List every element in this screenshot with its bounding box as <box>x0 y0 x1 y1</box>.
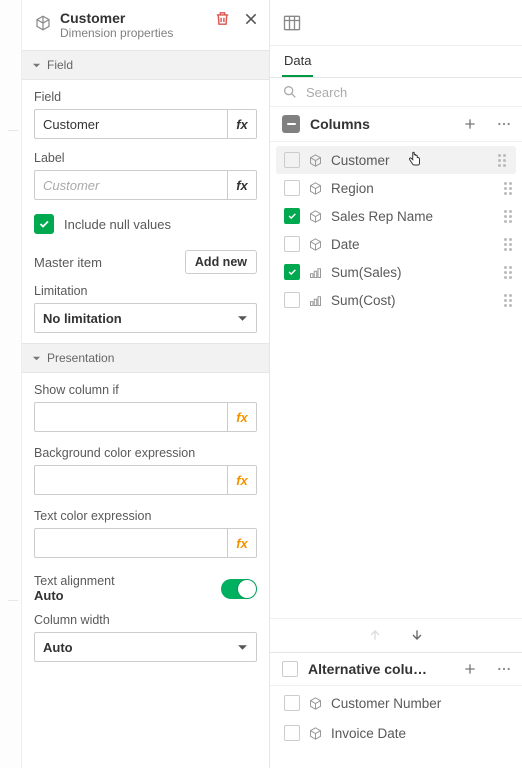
col-width-select[interactable]: Auto <box>34 632 257 662</box>
label-fx-button[interactable]: fx <box>227 171 256 199</box>
columns-title: Columns <box>310 116 452 132</box>
properties-panel: Customer Dimension properties Field Fiel… <box>22 0 270 768</box>
col-width-label: Column width <box>34 613 257 627</box>
show-column-if-input[interactable] <box>35 403 227 431</box>
columns-menu-button[interactable] <box>496 116 512 132</box>
column-label: Sales Rep Name <box>331 209 496 224</box>
limitation-label: Limitation <box>34 284 257 298</box>
label-label: Label <box>34 151 257 165</box>
bg-expr-input[interactable] <box>35 466 227 494</box>
data-panel: Data Columns Customer Region Sales Rep Nam… <box>270 0 522 768</box>
column-item[interactable]: Customer <box>276 146 516 174</box>
drag-handle-icon[interactable] <box>504 182 512 195</box>
measure-icon <box>308 293 323 308</box>
dimension-icon <box>308 237 323 252</box>
label-input-wrap: fx <box>34 170 257 200</box>
section-presentation-header[interactable]: Presentation <box>22 343 269 373</box>
column-label: Date <box>331 237 496 252</box>
table-icon <box>282 13 302 33</box>
alt-column-label: Invoice Date <box>331 726 514 741</box>
column-checkbox[interactable] <box>284 264 300 280</box>
drag-handle-icon[interactable] <box>504 266 512 279</box>
section-field-header[interactable]: Field <box>22 50 269 80</box>
panel-subtitle: Dimension properties <box>60 26 206 40</box>
alt-columns-title: Alternative colu… <box>308 661 452 677</box>
drag-handle-icon[interactable] <box>504 238 512 251</box>
column-item[interactable]: Region <box>270 174 522 202</box>
section-field-label: Field <box>47 58 73 72</box>
column-item[interactable]: Sales Rep Name <box>270 202 522 230</box>
column-label: Sum(Cost) <box>331 293 496 308</box>
column-checkbox[interactable] <box>284 292 300 308</box>
column-checkbox[interactable] <box>284 236 300 252</box>
bg-expr-fx[interactable]: fx <box>227 466 256 494</box>
column-label: Sum(Sales) <box>331 265 496 280</box>
alt-column-item[interactable]: Customer Number <box>270 688 522 718</box>
search-input[interactable] <box>306 85 510 100</box>
dimension-icon <box>34 14 52 35</box>
panel-title: Customer <box>60 10 206 26</box>
text-align-toggle[interactable] <box>221 579 257 599</box>
include-nulls-label: Include null values <box>64 217 171 232</box>
column-checkbox[interactable] <box>284 152 300 168</box>
alt-column-checkbox[interactable] <box>284 695 300 711</box>
text-expr-fx[interactable]: fx <box>227 529 256 557</box>
text-expr-input[interactable] <box>35 529 227 557</box>
measure-icon <box>308 265 323 280</box>
section-presentation-label: Presentation <box>47 351 114 365</box>
text-expr-label: Text color expression <box>34 509 257 523</box>
move-up-button[interactable] <box>367 627 383 646</box>
field-label: Field <box>34 90 257 104</box>
add-new-button[interactable]: Add new <box>185 250 257 274</box>
show-column-if-label: Show column if <box>34 383 257 397</box>
alt-column-checkbox[interactable] <box>284 725 300 741</box>
column-item[interactable]: Sum(Cost) <box>270 286 522 314</box>
include-nulls-checkbox[interactable] <box>34 214 54 234</box>
column-checkbox[interactable] <box>284 180 300 196</box>
drag-handle-icon[interactable] <box>498 154 506 167</box>
dimension-icon <box>308 209 323 224</box>
pointer-cursor-icon <box>406 149 424 172</box>
alt-column-item[interactable]: Invoice Date <box>270 718 522 748</box>
field-input[interactable] <box>35 110 227 138</box>
tab-data[interactable]: Data <box>282 46 313 77</box>
close-button[interactable] <box>243 11 259 27</box>
dimension-icon <box>308 726 323 741</box>
col-width-value: Auto <box>43 640 73 655</box>
alt-columns-menu-button[interactable] <box>496 661 512 677</box>
bg-expr-label: Background color expression <box>34 446 257 460</box>
drag-handle-icon[interactable] <box>504 210 512 223</box>
show-column-if-fx[interactable]: fx <box>227 403 256 431</box>
alt-column-label: Customer Number <box>331 696 514 711</box>
left-gutter <box>0 0 22 768</box>
drag-handle-icon[interactable] <box>504 294 512 307</box>
limitation-select[interactable]: No limitation <box>34 303 257 333</box>
label-input[interactable] <box>35 171 227 199</box>
column-item[interactable]: Sum(Sales) <box>270 258 522 286</box>
column-checkbox[interactable] <box>284 208 300 224</box>
limitation-value: No limitation <box>43 311 122 326</box>
search-icon <box>282 84 298 100</box>
add-alt-column-button[interactable] <box>462 661 478 677</box>
field-fx-button[interactable]: fx <box>227 110 256 138</box>
delete-button[interactable] <box>214 10 231 27</box>
dimension-icon <box>308 153 323 168</box>
move-down-button[interactable] <box>409 627 425 646</box>
alt-checkbox-all[interactable] <box>282 661 298 677</box>
column-label: Region <box>331 181 496 196</box>
collapse-icon[interactable] <box>282 115 300 133</box>
column-item[interactable]: Date <box>270 230 522 258</box>
dimension-icon <box>308 696 323 711</box>
master-item-label: Master item <box>34 255 102 270</box>
dimension-icon <box>308 181 323 196</box>
field-input-wrap: fx <box>34 109 257 139</box>
text-align-label: Text alignment <box>34 574 115 588</box>
add-column-button[interactable] <box>462 116 478 132</box>
text-align-value: Auto <box>34 588 115 603</box>
